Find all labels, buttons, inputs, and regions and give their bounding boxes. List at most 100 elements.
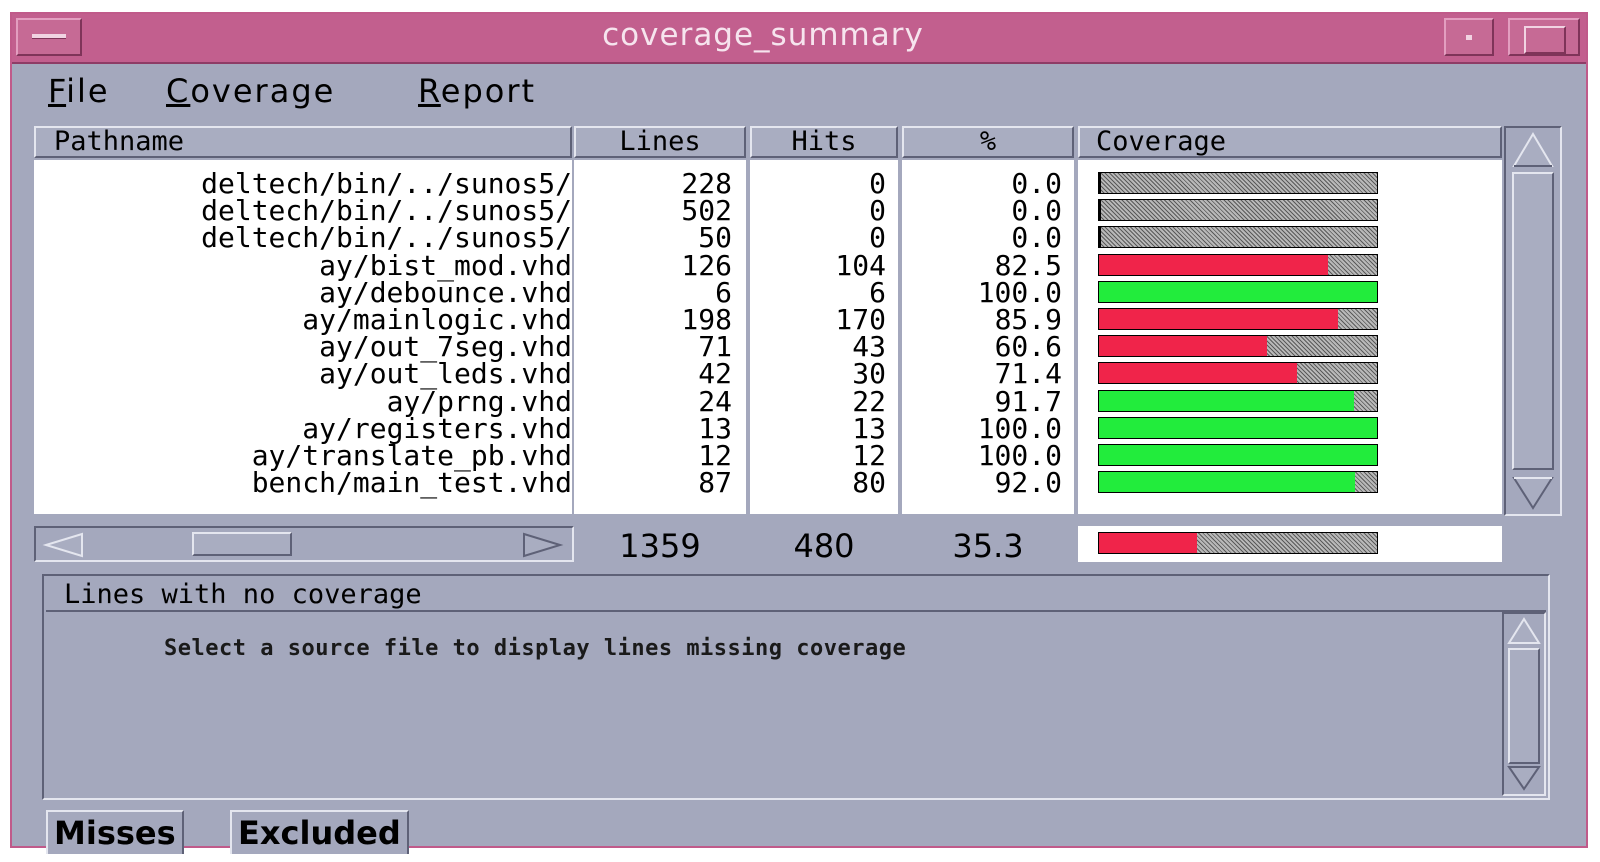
- maximize-icon: [1524, 26, 1566, 54]
- header-hits[interactable]: Hits: [750, 126, 898, 158]
- row-lines: 12: [698, 439, 732, 472]
- window-title: coverage_summary: [602, 17, 924, 53]
- menu-bar: File Coverage Report: [12, 64, 1586, 122]
- panel-vertical-scroll-thumb[interactable]: [1508, 648, 1540, 764]
- panel-scroll-down-arrow-icon[interactable]: [1506, 764, 1542, 792]
- scroll-left-arrow-icon[interactable]: [42, 532, 86, 558]
- row-pathname[interactable]: deltech/bin/../sunos5/: [34, 224, 572, 252]
- row-coverage-bar-fill: [1099, 173, 1101, 193]
- total-percent: 35.3: [902, 528, 1074, 564]
- window-menu-button[interactable]: [16, 18, 82, 56]
- row-percent: 60.6: [994, 330, 1062, 364]
- percent-column[interactable]: 0.0 0.0 0.0 82.5 100.0 85.9 60.6 71.4 91.7 100.0 1…: [902, 160, 1074, 514]
- scroll-up-arrow-icon[interactable]: [1510, 130, 1556, 170]
- row-hits: 12: [852, 439, 886, 472]
- row-coverage-bar-fill: [1099, 281, 1377, 302]
- menu-report[interactable]: Report: [418, 72, 536, 110]
- row-coverage-bar: [1098, 253, 1378, 276]
- hits-column[interactable]: 0 0 0 104 6 170 43 30 22 13 12 80: [750, 160, 898, 514]
- row-lines: 126: [681, 248, 732, 282]
- menu-file-mnemonic: F: [48, 72, 67, 110]
- row-percent: 0.0: [1011, 221, 1062, 255]
- row-hits: 80: [852, 466, 886, 500]
- table-horizontal-scroll-thumb[interactable]: [192, 532, 292, 556]
- row-hits: 0: [869, 221, 886, 255]
- row-coverage-bar: [1098, 416, 1378, 439]
- row-pathname[interactable]: ay/registers.vhd: [34, 414, 572, 442]
- menu-report-mnemonic: R: [418, 72, 441, 110]
- row-hits: 6: [869, 275, 886, 309]
- header-percent[interactable]: %: [902, 126, 1074, 158]
- row-coverage-bar-fill: [1099, 200, 1101, 221]
- title-bar[interactable]: coverage_summary: [12, 14, 1586, 64]
- table-vertical-scrollbar[interactable]: [1504, 126, 1562, 516]
- panel-vertical-scrollbar[interactable]: [1502, 612, 1546, 796]
- row-coverage-bar: [1098, 308, 1378, 330]
- header-coverage[interactable]: Coverage: [1078, 126, 1502, 158]
- panel-scroll-up-arrow-icon[interactable]: [1506, 616, 1542, 646]
- row-lines: 71: [698, 330, 732, 364]
- menu-report-label: eport: [440, 72, 537, 110]
- panel-message: Select a source file to display lines mi…: [164, 636, 907, 661]
- minimize-icon: [1466, 35, 1472, 40]
- row-percent: 0.0: [1011, 194, 1062, 228]
- row-pathname[interactable]: ay/prng.vhd: [34, 387, 572, 415]
- menu-coverage-mnemonic: C: [166, 72, 191, 110]
- coverage-column[interactable]: [1078, 160, 1502, 514]
- row-percent: 71.4: [994, 357, 1062, 391]
- row-coverage-bar: [1098, 335, 1378, 358]
- row-percent: 82.5: [994, 248, 1062, 282]
- row-percent: 91.7: [994, 384, 1062, 418]
- row-coverage-bar-fill: [1099, 254, 1329, 275]
- window-menu-icon: [32, 34, 66, 39]
- table-vertical-scroll-thumb[interactable]: [1512, 172, 1554, 470]
- row-coverage-bar-fill: [1099, 472, 1355, 493]
- row-coverage-bar: [1098, 280, 1378, 303]
- minimize-button[interactable]: [1444, 18, 1494, 56]
- row-pathname[interactable]: ay/out_leds.vhd: [34, 360, 572, 388]
- pathname-column[interactable]: deltech/bin/../sunos5/deltech/bin/../sun…: [34, 160, 572, 514]
- row-coverage-bar-fill: [1099, 445, 1377, 465]
- row-lines: 6: [715, 275, 732, 309]
- row-pathname[interactable]: deltech/bin/../sunos5/: [34, 197, 572, 225]
- row-percent: 100.0: [977, 411, 1062, 445]
- row-lines: 198: [681, 303, 732, 336]
- total-coverage-bar: [1098, 532, 1378, 554]
- row-lines: 42: [698, 357, 732, 391]
- total-coverage-cell: [1078, 526, 1502, 562]
- header-lines[interactable]: Lines: [574, 126, 746, 158]
- scroll-right-arrow-icon[interactable]: [520, 532, 564, 558]
- row-coverage-bar: [1098, 444, 1378, 466]
- row-coverage-bar-fill: [1099, 363, 1298, 384]
- total-lines: 1359: [574, 528, 746, 564]
- row-pathname[interactable]: deltech/bin/../sunos5/: [34, 170, 572, 198]
- menu-file[interactable]: File: [48, 72, 110, 110]
- row-coverage-bar: [1098, 471, 1378, 494]
- table-horizontal-scrollbar[interactable]: [34, 526, 574, 562]
- row-pathname[interactable]: ay/debounce.vhd: [34, 278, 572, 306]
- row-coverage-bar-fill: [1099, 309, 1338, 329]
- row-hits: 22: [852, 384, 886, 418]
- tab-misses[interactable]: Misses: [46, 810, 184, 854]
- row-coverage-bar: [1098, 172, 1378, 194]
- row-pathname[interactable]: ay/out_7seg.vhd: [34, 333, 572, 361]
- maximize-button[interactable]: [1508, 18, 1580, 56]
- header-pathname[interactable]: Pathname: [34, 126, 572, 158]
- row-coverage-bar: [1098, 226, 1378, 249]
- row-hits: 0: [869, 194, 886, 228]
- row-percent: 85.9: [994, 303, 1062, 336]
- row-lines: 228: [681, 167, 732, 200]
- row-coverage-bar-fill: [1099, 417, 1377, 438]
- row-pathname[interactable]: ay/bist_mod.vhd: [34, 251, 572, 279]
- menu-coverage[interactable]: Coverage: [166, 72, 335, 110]
- row-pathname[interactable]: ay/translate_pb.vhd: [34, 442, 572, 470]
- row-pathname[interactable]: bench/main_test.vhd: [34, 469, 572, 497]
- row-coverage-bar-fill: [1099, 390, 1354, 411]
- lines-with-no-coverage-panel: Lines with no coverage Select a source f…: [42, 574, 1550, 800]
- scroll-down-arrow-icon[interactable]: [1510, 474, 1556, 512]
- tab-excluded[interactable]: Excluded: [230, 810, 409, 854]
- lines-column[interactable]: 228 502 50 126 6 198 71 42 24 13 12 87: [574, 160, 746, 514]
- panel-header: Lines with no coverage: [46, 578, 1546, 612]
- row-lines: 24: [698, 384, 732, 418]
- row-pathname[interactable]: ay/mainlogic.vhd: [34, 306, 572, 334]
